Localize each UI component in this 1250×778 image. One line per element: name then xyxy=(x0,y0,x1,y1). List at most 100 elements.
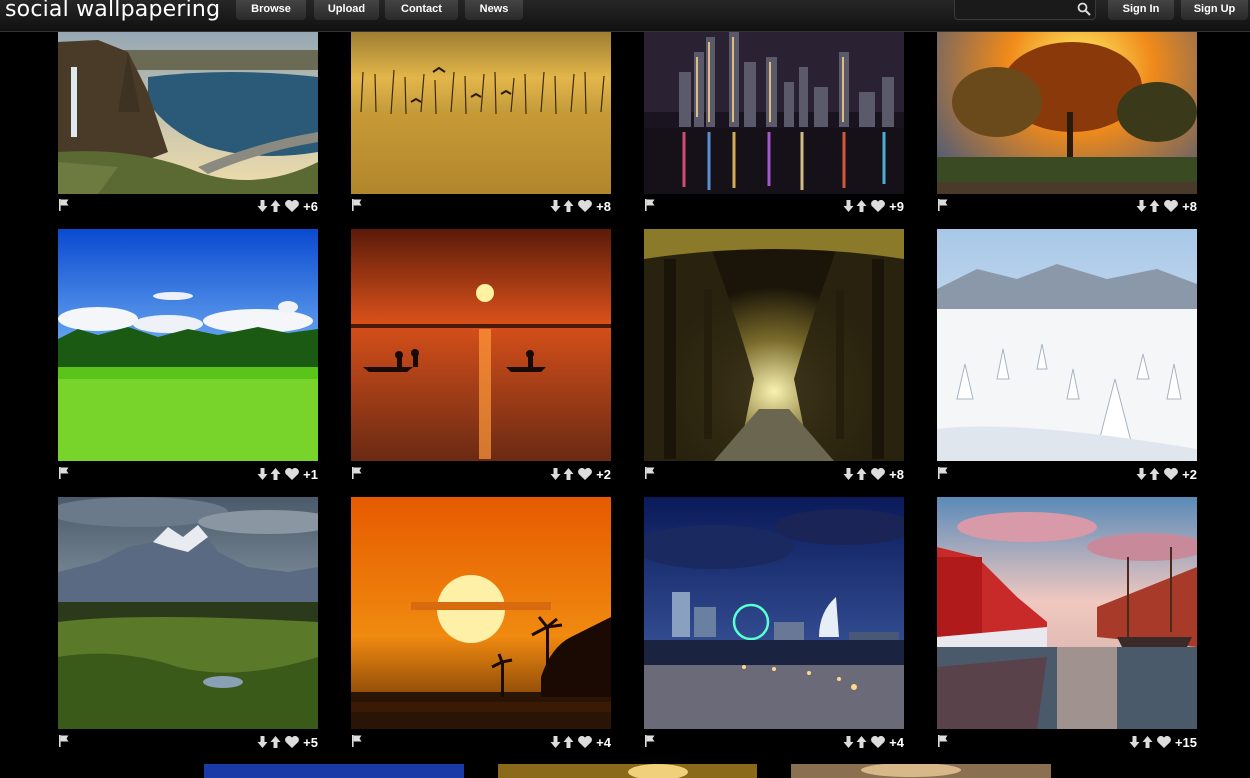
arrow-up-icon[interactable] xyxy=(1149,199,1160,213)
arrow-down-icon[interactable] xyxy=(843,199,854,213)
arrow-down-icon[interactable] xyxy=(550,467,561,481)
heart-icon[interactable] xyxy=(870,199,886,213)
wallpaper-meta: +8 xyxy=(937,198,1197,214)
flag-icon[interactable] xyxy=(58,198,70,212)
heart-icon[interactable] xyxy=(284,199,300,213)
flag-icon[interactable] xyxy=(937,734,949,748)
canal-boats-image xyxy=(937,497,1197,729)
kayak-sunset-image xyxy=(351,229,611,461)
arrow-down-icon[interactable] xyxy=(550,735,561,749)
arrow-up-icon[interactable] xyxy=(270,735,281,749)
heart-icon[interactable] xyxy=(284,467,300,481)
vote-controls: +8 xyxy=(1136,198,1197,214)
arrow-up-icon[interactable] xyxy=(563,199,574,213)
heart-icon[interactable] xyxy=(577,199,593,213)
wallpaper-card[interactable] xyxy=(937,497,1197,729)
wallpaper-thumbnail[interactable] xyxy=(58,229,318,461)
wallpaper-thumbnail[interactable] xyxy=(937,229,1197,461)
arrow-down-icon[interactable] xyxy=(1136,199,1147,213)
arrow-down-icon[interactable] xyxy=(257,735,268,749)
mountain-valley-image xyxy=(58,497,318,729)
wallpaper-meta: +4 xyxy=(644,734,904,750)
vote-controls: +2 xyxy=(550,466,611,482)
arrow-up-icon[interactable] xyxy=(1142,735,1153,749)
vote-controls: +4 xyxy=(550,734,611,750)
arrow-up-icon[interactable] xyxy=(1149,467,1160,481)
wallpaper-card[interactable] xyxy=(58,497,318,729)
wallpaper-card[interactable] xyxy=(351,497,611,729)
arrow-down-icon[interactable] xyxy=(843,735,854,749)
heart-icon[interactable] xyxy=(577,467,593,481)
vote-controls: +9 xyxy=(843,198,904,214)
wallpaper-meta: +8 xyxy=(351,198,611,214)
arrow-up-icon[interactable] xyxy=(856,467,867,481)
arrow-up-icon[interactable] xyxy=(856,735,867,749)
flag-icon[interactable] xyxy=(58,466,70,480)
arrow-down-icon[interactable] xyxy=(843,467,854,481)
flag-icon[interactable] xyxy=(351,466,363,480)
nav-contact-button[interactable]: Contact xyxy=(385,0,458,20)
wallpaper-card[interactable] xyxy=(937,229,1197,461)
sign-up-button[interactable]: Sign Up xyxy=(1181,0,1248,20)
wallpaper-thumbnail[interactable] xyxy=(58,497,318,729)
search-input[interactable] xyxy=(954,0,1096,20)
arrow-down-icon[interactable] xyxy=(1129,735,1140,749)
heart-icon[interactable] xyxy=(1156,735,1172,749)
flag-icon[interactable] xyxy=(644,466,656,480)
heart-icon[interactable] xyxy=(870,735,886,749)
wallpaper-thumbnail[interactable] xyxy=(351,497,611,729)
vote-score: +8 xyxy=(596,198,611,214)
wallpaper-meta: +2 xyxy=(937,466,1197,482)
vote-score: +4 xyxy=(596,734,611,750)
nav-browse-button[interactable]: Browse xyxy=(236,0,306,20)
flag-icon[interactable] xyxy=(58,734,70,748)
wallpaper-thumbnail[interactable] xyxy=(351,229,611,461)
arrow-up-icon[interactable] xyxy=(856,199,867,213)
arrow-up-icon[interactable] xyxy=(563,467,574,481)
site-logo[interactable]: social wallpapering xyxy=(5,0,220,22)
heart-icon[interactable] xyxy=(870,467,886,481)
arrow-down-icon[interactable] xyxy=(1136,467,1147,481)
heart-icon[interactable] xyxy=(1163,199,1179,213)
wallpaper-thumbnail[interactable] xyxy=(644,229,904,461)
snowy-mountain-image xyxy=(937,229,1197,461)
top-navigation-bar: social wallpapering Browse Upload Contac… xyxy=(0,0,1250,32)
flag-icon[interactable] xyxy=(351,734,363,748)
arrow-up-icon[interactable] xyxy=(270,467,281,481)
harbor-city-image xyxy=(644,497,904,729)
wallpaper-card-partial[interactable] xyxy=(791,764,1051,778)
nav-news-button[interactable]: News xyxy=(465,0,523,20)
heart-icon[interactable] xyxy=(577,735,593,749)
vote-score: +5 xyxy=(303,734,318,750)
vote-controls: +4 xyxy=(843,734,904,750)
heart-icon[interactable] xyxy=(284,735,300,749)
nav-upload-button[interactable]: Upload xyxy=(314,0,379,20)
wallpaper-thumbnail[interactable] xyxy=(644,497,904,729)
wallpaper-card-partial[interactable] xyxy=(498,764,757,778)
heart-icon[interactable] xyxy=(1163,467,1179,481)
wallpaper-meta: +1 xyxy=(58,466,318,482)
wallpaper-card-partial[interactable] xyxy=(204,764,464,778)
arrow-up-icon[interactable] xyxy=(563,735,574,749)
arrow-down-icon[interactable] xyxy=(550,199,561,213)
flag-icon[interactable] xyxy=(644,198,656,212)
vote-controls: +8 xyxy=(843,466,904,482)
wallpaper-meta: +5 xyxy=(58,734,318,750)
wallpaper-card[interactable] xyxy=(644,229,904,461)
wallpaper-card[interactable] xyxy=(58,229,318,461)
wallpaper-card[interactable] xyxy=(351,229,611,461)
flag-icon[interactable] xyxy=(351,198,363,212)
search-icon[interactable] xyxy=(1077,2,1091,16)
wallpaper-thumbnail[interactable] xyxy=(937,497,1197,729)
vote-score: +2 xyxy=(596,466,611,482)
arrow-down-icon[interactable] xyxy=(257,199,268,213)
wallpaper-meta: +2 xyxy=(351,466,611,482)
flag-icon[interactable] xyxy=(937,198,949,212)
arrow-down-icon[interactable] xyxy=(257,467,268,481)
sign-in-button[interactable]: Sign In xyxy=(1108,0,1174,20)
wallpaper-card[interactable] xyxy=(644,497,904,729)
flag-icon[interactable] xyxy=(644,734,656,748)
flag-icon[interactable] xyxy=(937,466,949,480)
partial-thumbnail xyxy=(498,764,757,778)
arrow-up-icon[interactable] xyxy=(270,199,281,213)
